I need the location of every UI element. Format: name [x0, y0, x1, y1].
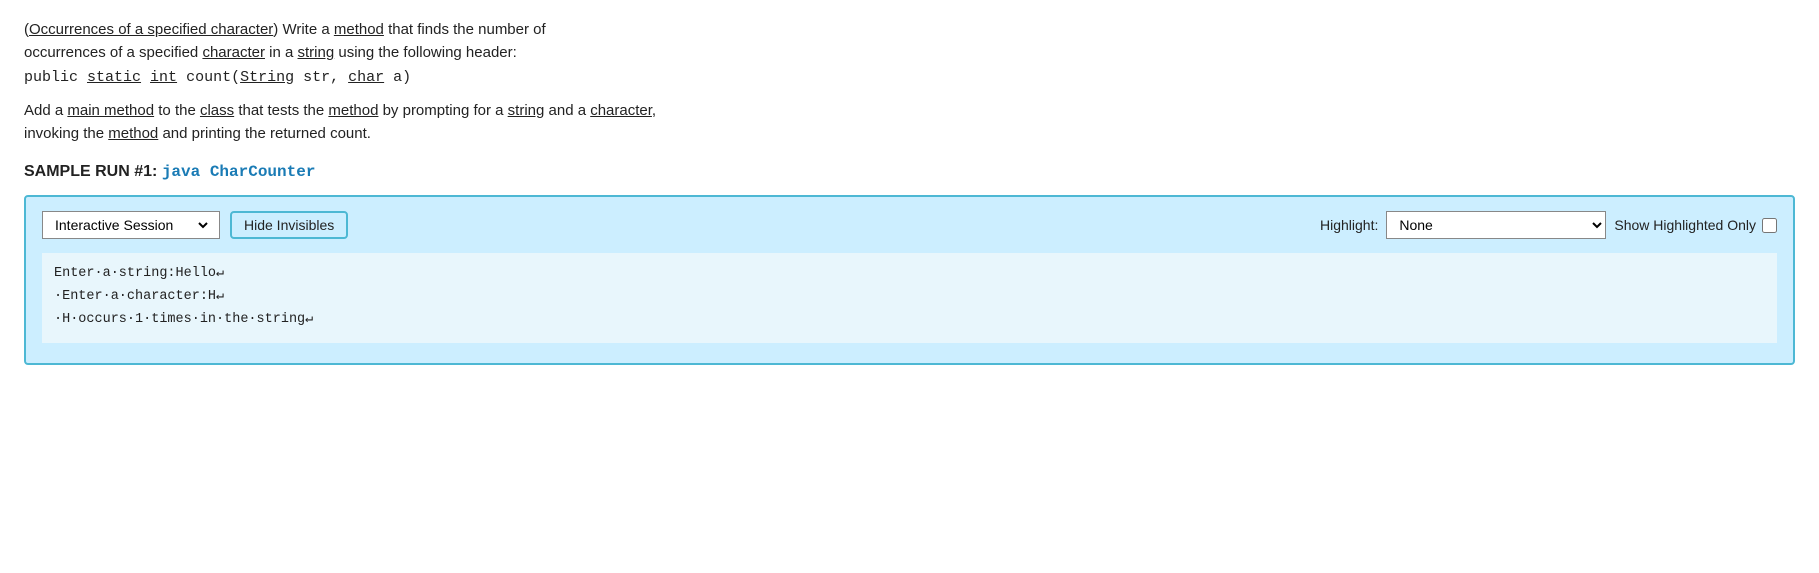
term-character1: character [202, 44, 265, 61]
output-line-2: ·Enter·a·character:H↵ [54, 286, 1765, 309]
session-type-dropdown[interactable]: Interactive Session File Input Expected … [51, 216, 211, 234]
sample-run-prefix: SAMPLE RUN #1: [24, 163, 157, 180]
session-type-select-wrapper[interactable]: Interactive Session File Input Expected … [42, 211, 220, 239]
term-class: class [200, 102, 234, 119]
session-output: Enter·a·string:Hello↵ ·Enter·a·character… [42, 253, 1777, 343]
term-occurrences: Occurrences of a specified character [29, 21, 273, 38]
term-method2: method [328, 102, 378, 119]
problem-paragraph1: (Occurrences of a specified character) W… [24, 18, 1795, 89]
show-highlighted-checkbox[interactable] [1762, 218, 1777, 233]
term-main-method: main method [67, 102, 154, 119]
term-method3: method [108, 125, 158, 142]
term-string3: string [508, 102, 545, 119]
term-character2: character [590, 102, 652, 119]
term-string1: string [298, 44, 335, 61]
highlight-dropdown[interactable]: None Differences Errors [1386, 211, 1606, 239]
output-line-3: ·H·occurs·1·times·in·the·string↵ [54, 309, 1765, 332]
term-string2: String [240, 69, 294, 86]
show-highlighted-label: Show Highlighted Only [1614, 217, 1756, 233]
sample-run-heading: SAMPLE RUN #1: java CharCounter [24, 163, 1795, 181]
hide-invisibles-button[interactable]: Hide Invisibles [230, 211, 348, 239]
highlight-select-wrapper[interactable]: None Differences Errors [1386, 211, 1606, 239]
term-int: int [150, 69, 177, 86]
sample-run-code: java CharCounter [162, 163, 316, 181]
highlight-label: Highlight: [1320, 217, 1378, 233]
highlight-area: Highlight: None Differences Errors Show … [1320, 211, 1777, 239]
term-static: static [87, 69, 141, 86]
term-method1: method [334, 21, 384, 38]
problem-description: (Occurrences of a specified character) W… [24, 18, 1795, 145]
term-char: char [348, 69, 384, 86]
show-highlighted-area: Show Highlighted Only [1614, 217, 1777, 233]
output-line-1: Enter·a·string:Hello↵ [54, 263, 1765, 286]
session-toolbar: Interactive Session File Input Expected … [42, 211, 1777, 239]
session-container: Interactive Session File Input Expected … [24, 195, 1795, 365]
problem-paragraph2: Add a main method to the class that test… [24, 99, 1795, 146]
